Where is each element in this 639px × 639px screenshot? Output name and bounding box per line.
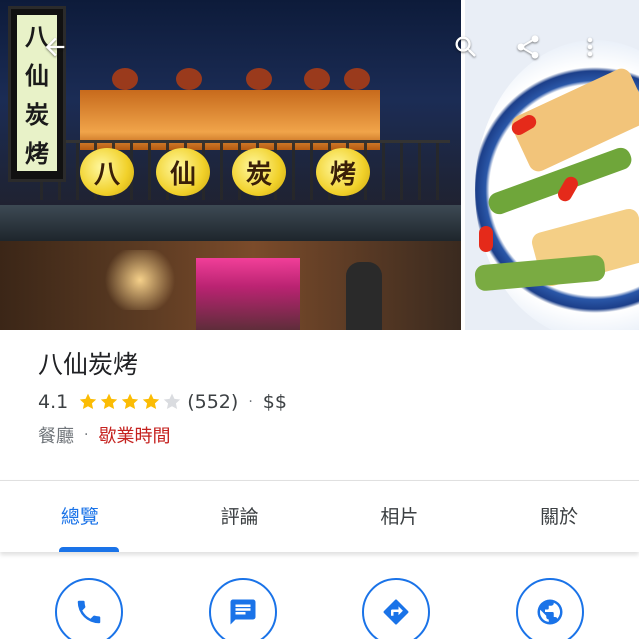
action-bar bbox=[0, 552, 639, 639]
neon-counter-graphic bbox=[196, 258, 300, 330]
place-title: 八仙炭烤 bbox=[38, 350, 139, 379]
rating-value: 4.1 bbox=[38, 391, 69, 413]
call-button[interactable] bbox=[54, 578, 123, 639]
lantern-2: 仙 bbox=[156, 148, 210, 196]
star-rating bbox=[78, 392, 183, 412]
directions-button[interactable] bbox=[362, 578, 431, 639]
hours-link[interactable]: 歇業時間 bbox=[98, 422, 170, 448]
tab-about[interactable]: 關於 bbox=[479, 481, 639, 552]
price-level: $$ bbox=[262, 391, 287, 413]
review-count: (552) bbox=[187, 391, 239, 413]
star-icon bbox=[122, 393, 139, 410]
arrow-back-icon bbox=[45, 37, 65, 57]
star-icon bbox=[143, 393, 160, 410]
message-button[interactable] bbox=[208, 578, 277, 639]
star-icon bbox=[101, 393, 118, 410]
rating-row[interactable]: 4.1 (552) · $$ bbox=[38, 389, 598, 415]
website-button[interactable] bbox=[516, 578, 585, 639]
more-options-button[interactable] bbox=[572, 29, 608, 65]
photo-header[interactable]: 八 仙 炭 烤 八 仙 炭 烤 bbox=[0, 0, 639, 330]
place-info: 八仙炭烤 4.1 (552) · $$ 餐廳 · 歇業時間 bbox=[38, 348, 598, 448]
person-graphic bbox=[346, 262, 382, 330]
star-icon bbox=[164, 393, 181, 410]
sign-char-3: 炭 bbox=[25, 100, 49, 129]
lantern-4: 烤 bbox=[316, 148, 370, 196]
chili-graphic bbox=[479, 226, 493, 252]
back-button[interactable] bbox=[37, 29, 73, 65]
separator-dot: · bbox=[248, 394, 253, 410]
tab-label: 總覽 bbox=[60, 506, 99, 528]
category-label: 餐廳 bbox=[38, 426, 74, 447]
directions-icon bbox=[383, 599, 409, 625]
tab-overview[interactable]: 總覽 bbox=[0, 481, 160, 552]
tab-label: 相片 bbox=[380, 506, 419, 528]
tab-bar: 總覽 評論 相片 關於 bbox=[0, 480, 639, 552]
search-button[interactable] bbox=[448, 29, 484, 65]
separator-dot: · bbox=[84, 427, 89, 443]
meta-row: 餐廳 · 歇業時間 bbox=[38, 422, 598, 448]
search-icon bbox=[455, 36, 476, 57]
tab-photos[interactable]: 相片 bbox=[320, 481, 480, 552]
lantern-3: 炭 bbox=[232, 148, 286, 196]
share-button[interactable] bbox=[510, 29, 546, 65]
website-icon bbox=[537, 599, 563, 625]
tab-reviews[interactable]: 評論 bbox=[160, 481, 320, 552]
food-photo[interactable] bbox=[465, 0, 639, 330]
tab-label: 評論 bbox=[220, 506, 259, 528]
tab-label: 關於 bbox=[540, 506, 579, 528]
message-icon bbox=[230, 599, 256, 625]
more-vert-icon bbox=[587, 37, 593, 57]
awning-graphic bbox=[0, 205, 461, 241]
light-glow-graphic bbox=[100, 250, 180, 310]
lantern-1: 八 bbox=[80, 148, 134, 196]
star-icon bbox=[80, 393, 97, 410]
share-icon bbox=[517, 35, 539, 59]
phone-icon bbox=[77, 600, 101, 624]
sign-char-4: 烤 bbox=[25, 139, 49, 168]
